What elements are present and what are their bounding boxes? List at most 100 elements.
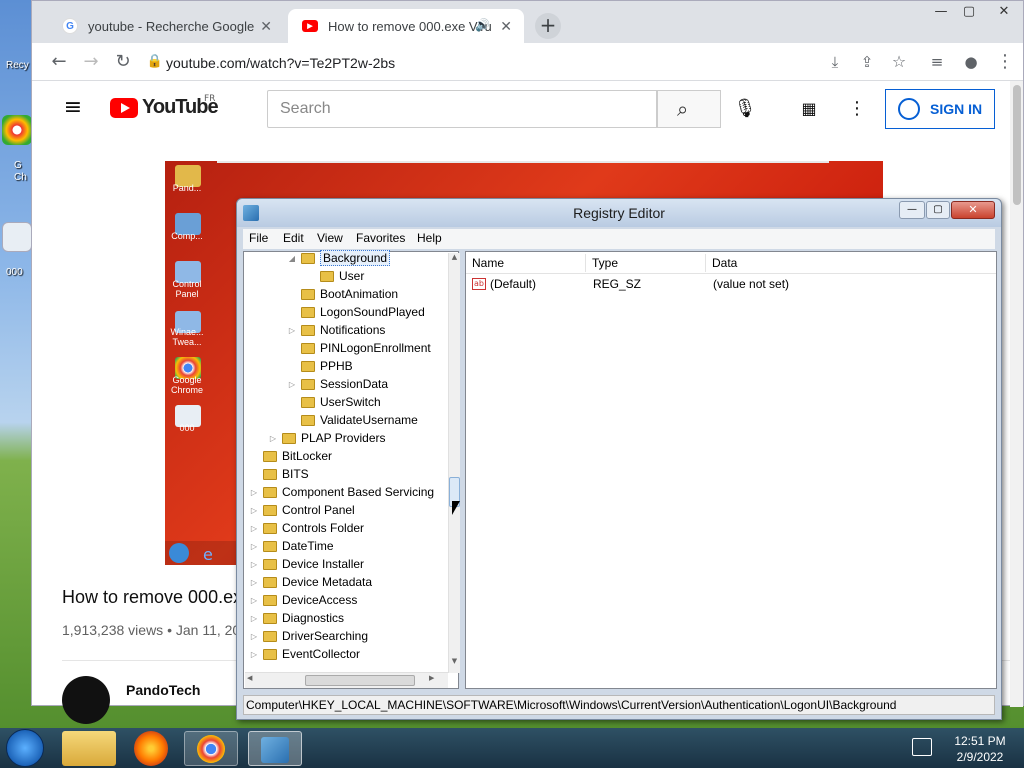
menu-kebab-icon[interactable]: ⋮ bbox=[992, 49, 1018, 75]
menu-favorites[interactable]: Favorites bbox=[356, 231, 405, 245]
media-control-icon[interactable]: ≡ bbox=[924, 49, 950, 75]
tree-item[interactable]: ▷ PLAP Providers bbox=[244, 429, 448, 447]
tree-item[interactable]: PPHB bbox=[244, 357, 448, 375]
file-000-desktop-icon[interactable] bbox=[2, 222, 32, 252]
tree-item[interactable]: ◢ Background bbox=[244, 249, 448, 267]
tree-item[interactable]: ▷ Diagnostics bbox=[244, 609, 448, 627]
tree-item[interactable]: LogonSoundPlayed bbox=[244, 303, 448, 321]
folder-icon bbox=[301, 306, 315, 318]
collapsed-arrow-icon[interactable]: ▷ bbox=[249, 506, 259, 515]
collapsed-arrow-icon[interactable]: ▷ bbox=[249, 596, 259, 605]
tree-item[interactable]: BootAnimation bbox=[244, 285, 448, 303]
search-button[interactable]: ⌕ bbox=[657, 90, 721, 128]
close-tab-icon[interactable]: ✕ bbox=[260, 18, 272, 35]
tree-item[interactable]: ▷ EventCollector bbox=[244, 645, 448, 663]
tree-item[interactable]: UserSwitch bbox=[244, 393, 448, 411]
column-header-type[interactable]: Type bbox=[586, 254, 706, 272]
tree-item-label: PLAP Providers bbox=[301, 431, 386, 445]
column-header-data[interactable]: Data bbox=[706, 254, 996, 272]
tree-item[interactable]: PINLogonEnrollment bbox=[244, 339, 448, 357]
page-scrollbar-thumb[interactable] bbox=[1013, 85, 1021, 205]
scroll-left-arrow-icon[interactable]: ◀ bbox=[247, 674, 252, 682]
tree-item[interactable]: BITS bbox=[244, 465, 448, 483]
collapsed-arrow-icon[interactable]: ▷ bbox=[249, 488, 259, 497]
maximize-button[interactable]: ▢ bbox=[957, 4, 981, 20]
tree-item[interactable]: ▷ Notifications bbox=[244, 321, 448, 339]
tab-youtube-video[interactable]: ▶ How to remove 000.exe Viru 🔊 ✕ bbox=[288, 9, 524, 43]
collapsed-arrow-icon[interactable]: ▷ bbox=[287, 326, 297, 335]
close-tab-icon[interactable]: ✕ bbox=[500, 18, 512, 35]
tree-horizontal-scrollbar[interactable]: ◀ ▶ bbox=[245, 672, 448, 688]
collapsed-arrow-icon[interactable]: ▷ bbox=[249, 578, 259, 587]
channel-avatar[interactable] bbox=[62, 676, 110, 724]
collapsed-arrow-icon[interactable]: ▷ bbox=[268, 434, 278, 443]
close-button[interactable]: ✕ bbox=[951, 201, 995, 219]
profile-icon[interactable]: ● bbox=[958, 49, 984, 75]
tab-google-search[interactable]: G youtube - Recherche Google ✕ bbox=[48, 9, 284, 43]
tree-item[interactable]: ▷ SessionData bbox=[244, 375, 448, 393]
speaker-icon[interactable]: 🔊 bbox=[475, 18, 490, 32]
minimize-button[interactable]: — bbox=[929, 4, 953, 20]
file-explorer-taskbar-icon[interactable] bbox=[62, 731, 116, 766]
menu-file[interactable]: File bbox=[249, 231, 268, 245]
new-tab-button[interactable]: + bbox=[535, 13, 561, 39]
expanded-arrow-icon[interactable]: ◢ bbox=[287, 254, 297, 263]
tree-item[interactable]: ▷ Control Panel bbox=[244, 501, 448, 519]
apps-grid-icon[interactable]: ▦ bbox=[796, 96, 822, 122]
minimize-button[interactable]: — bbox=[899, 201, 925, 219]
collapsed-arrow-icon[interactable]: ▷ bbox=[249, 650, 259, 659]
scroll-up-arrow-icon[interactable]: ▲ bbox=[449, 253, 460, 267]
registry-values-pane[interactable]: Name Type Data ab (Default) REG_SZ (valu… bbox=[465, 251, 997, 689]
address-bar[interactable]: youtube.com/watch?v=Te2PT2w-2bs bbox=[148, 51, 818, 75]
star-bookmark-icon[interactable]: ☆ bbox=[886, 49, 912, 75]
system-clock[interactable]: 12:51 PM 2/9/2022 bbox=[940, 733, 1020, 765]
chrome-taskbar-button[interactable] bbox=[184, 731, 238, 766]
search-input[interactable]: Search bbox=[267, 90, 657, 128]
regedit-taskbar-button[interactable] bbox=[248, 731, 302, 766]
close-button[interactable]: ✕ bbox=[992, 4, 1016, 20]
start-button[interactable] bbox=[6, 729, 44, 767]
collapsed-arrow-icon[interactable]: ▷ bbox=[249, 524, 259, 533]
tree-item[interactable]: BitLocker bbox=[244, 447, 448, 465]
tree-item[interactable]: ▷ DateTime bbox=[244, 537, 448, 555]
maximize-button[interactable]: ▢ bbox=[926, 201, 950, 219]
tree-hscroll-thumb[interactable] bbox=[305, 675, 415, 686]
tree-item[interactable]: ▷ Device Installer bbox=[244, 555, 448, 573]
tree-item[interactable]: ▷ Device Metadata bbox=[244, 573, 448, 591]
share-icon[interactable]: ⇪ bbox=[854, 49, 880, 75]
tree-item[interactable]: ▷ DriverSearching bbox=[244, 627, 448, 645]
collapsed-arrow-icon[interactable]: ▷ bbox=[287, 380, 297, 389]
tree-item[interactable]: ▷ Controls Folder bbox=[244, 519, 448, 537]
collapsed-arrow-icon[interactable]: ▷ bbox=[249, 560, 259, 569]
google-chrome-desktop-icon[interactable] bbox=[2, 115, 32, 145]
menu-edit[interactable]: Edit bbox=[283, 231, 304, 245]
microphone-icon[interactable]: 🎙 bbox=[732, 96, 758, 122]
firefox-taskbar-icon[interactable] bbox=[134, 731, 168, 766]
value-name[interactable]: (Default) bbox=[490, 277, 536, 291]
tree-item[interactable]: ▷ Component Based Servicing bbox=[244, 483, 448, 501]
back-arrow-icon[interactable]: ← bbox=[46, 49, 72, 75]
menu-view[interactable]: View bbox=[317, 231, 343, 245]
network-icon[interactable] bbox=[912, 738, 932, 756]
reload-icon[interactable]: ↻ bbox=[110, 49, 136, 75]
scroll-down-arrow-icon[interactable]: ▼ bbox=[449, 657, 460, 671]
collapsed-arrow-icon[interactable]: ▷ bbox=[249, 614, 259, 623]
tree-item[interactable]: ▷ DeviceAccess bbox=[244, 591, 448, 609]
tree-item[interactable]: User bbox=[244, 267, 448, 285]
install-icon[interactable]: ⤓ bbox=[822, 49, 848, 75]
scroll-right-arrow-icon[interactable]: ▶ bbox=[429, 674, 434, 682]
channel-name[interactable]: PandoTech bbox=[126, 682, 200, 698]
column-header-name[interactable]: Name bbox=[466, 254, 586, 272]
desktop-icon-label: Recy bbox=[6, 60, 29, 71]
registry-tree-pane[interactable]: ◢ Background User BootAnimation LogonSoundPl… bbox=[243, 249, 460, 689]
settings-kebab-icon[interactable]: ⋮ bbox=[844, 96, 870, 122]
tree-vertical-scrollbar[interactable]: ▲ ▼ bbox=[448, 253, 460, 673]
forward-arrow-icon[interactable]: → bbox=[78, 49, 104, 75]
menu-help[interactable]: Help bbox=[417, 231, 442, 245]
hamburger-menu-icon[interactable]: ≡ bbox=[60, 95, 86, 121]
collapsed-arrow-icon[interactable]: ▷ bbox=[249, 632, 259, 641]
collapsed-arrow-icon[interactable]: ▷ bbox=[249, 542, 259, 551]
folder-icon bbox=[263, 468, 277, 480]
tree-item[interactable]: ValidateUsername bbox=[244, 411, 448, 429]
sign-in-button[interactable]: SIGN IN bbox=[885, 89, 995, 129]
